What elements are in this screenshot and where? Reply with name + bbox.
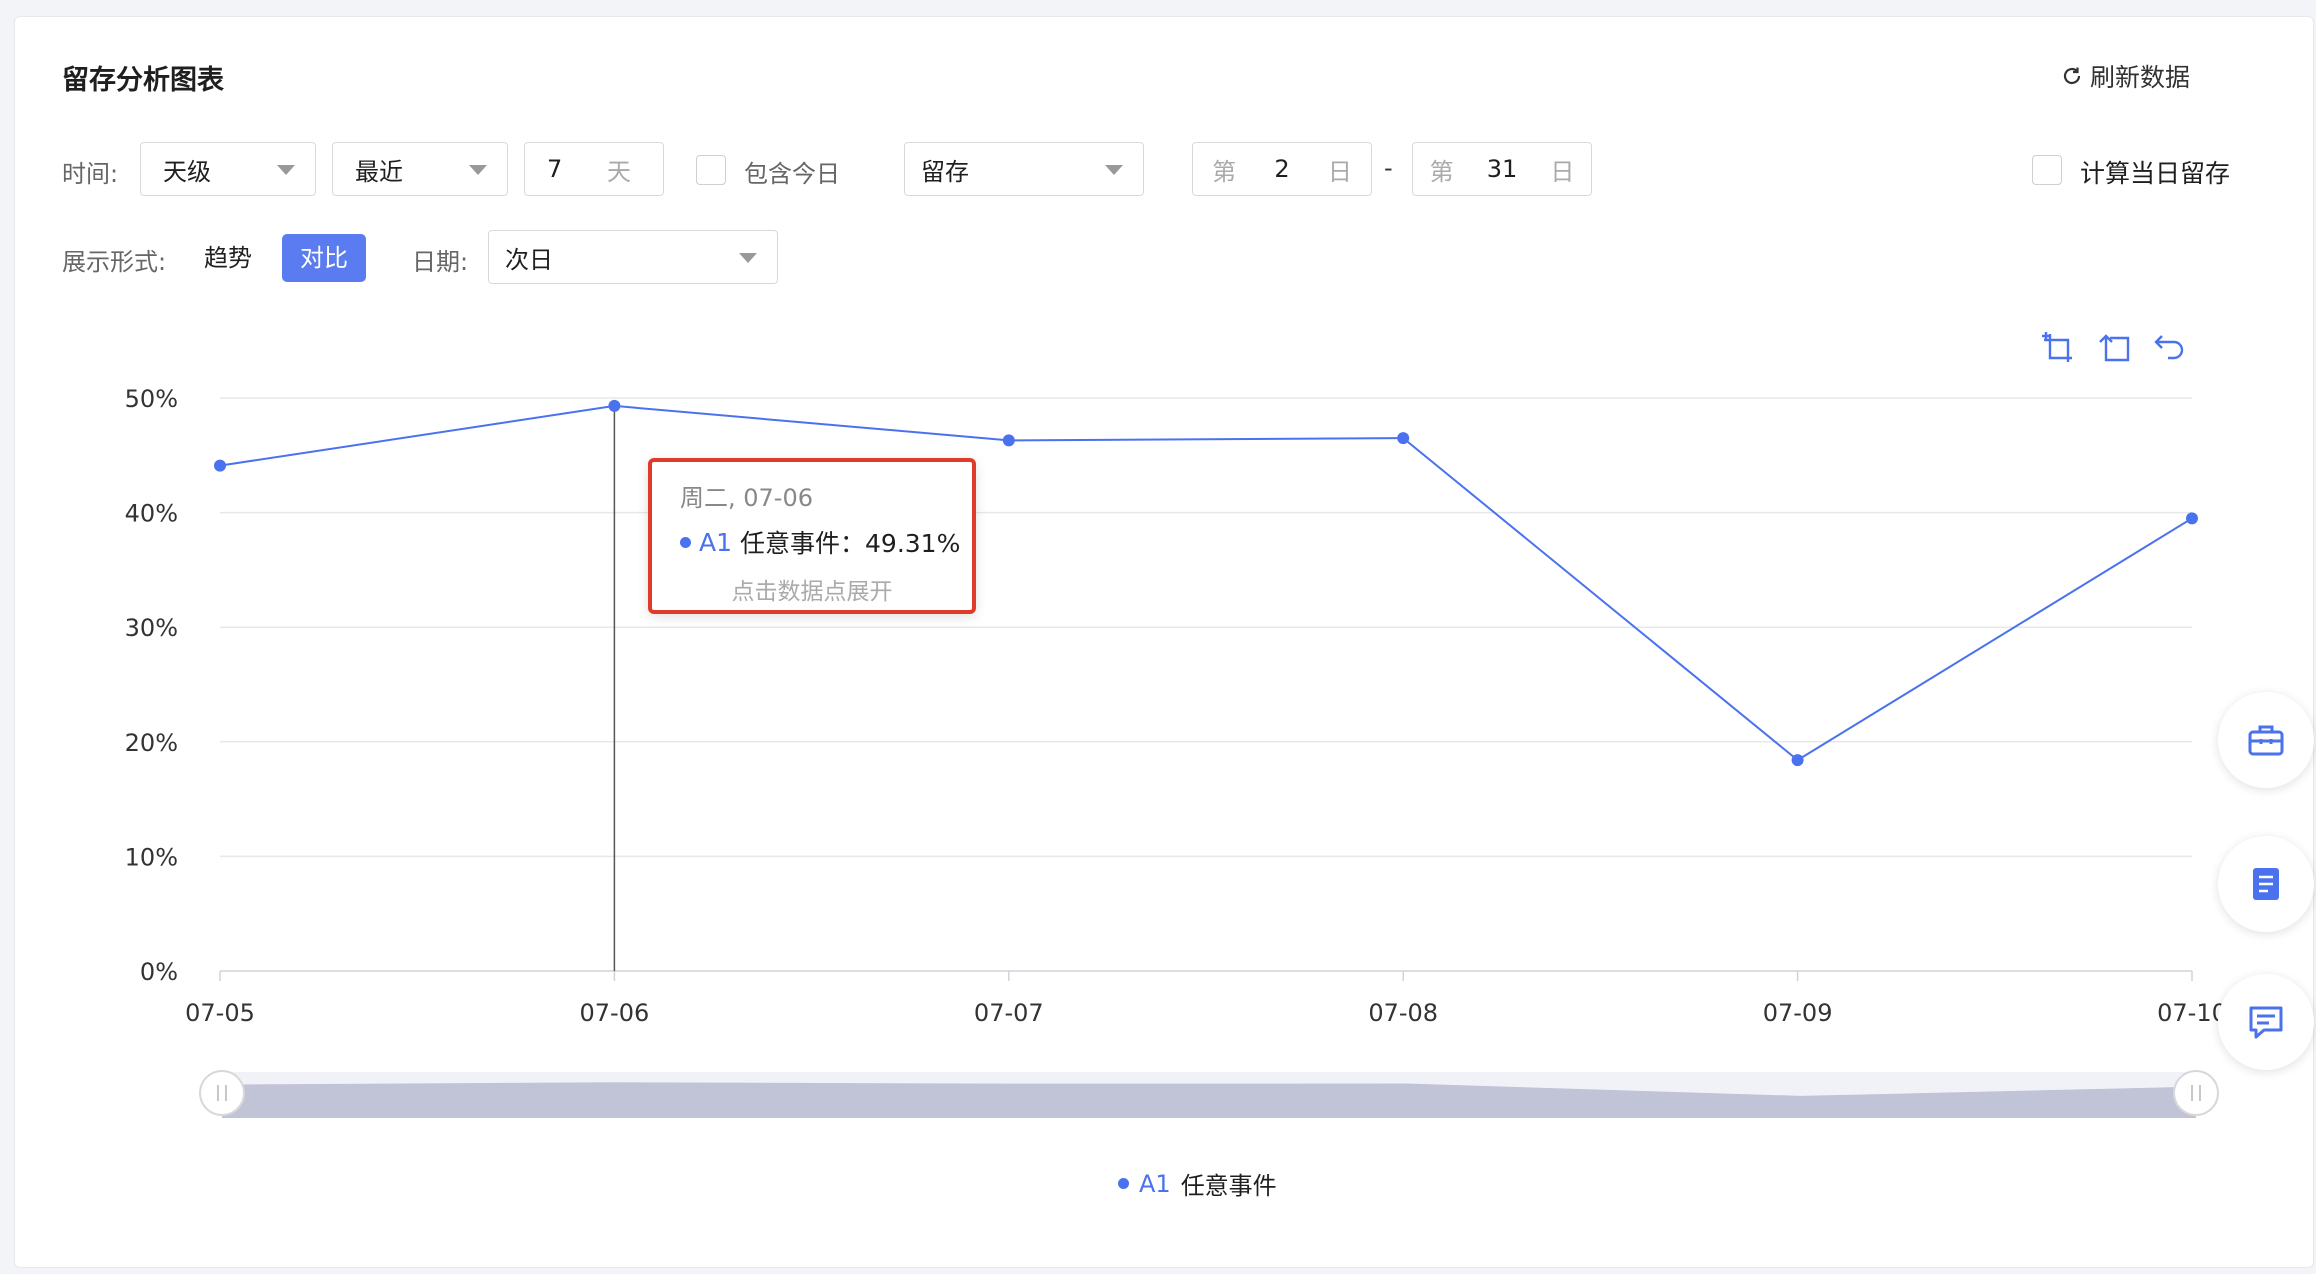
chart-tooltip: 周二, 07-06 A1 任意事件：49.31% 点击数据点展开 (648, 458, 976, 614)
x-tick-label: 07-10 (2157, 999, 2227, 1027)
document-icon (2253, 868, 2279, 900)
x-tick-label: 07-07 (974, 999, 1044, 1027)
zoom-handle-left[interactable] (199, 1070, 245, 1116)
toolbox-button[interactable] (2218, 692, 2314, 788)
y-tick-label: 40% (125, 500, 178, 528)
data-point[interactable] (2186, 512, 2198, 525)
toolbox-icon (2248, 725, 2284, 756)
data-point[interactable] (214, 459, 226, 472)
legend-dot-icon (1118, 1178, 1129, 1189)
series-dot-icon (680, 536, 691, 548)
feedback-icon (2249, 1006, 2283, 1039)
series-line (219, 404, 2193, 762)
y-tick-label: 20% (125, 729, 178, 757)
tooltip-series-tag: A1 (699, 527, 733, 557)
document-button[interactable] (2218, 836, 2314, 932)
data-point[interactable] (1791, 754, 1804, 767)
tooltip-series-text: 任意事件：49.31% (740, 529, 961, 558)
feedback-button[interactable] (2218, 974, 2314, 1070)
zoom-handle-right[interactable] (2173, 1070, 2219, 1116)
x-tick-label: 07-06 (580, 999, 650, 1027)
y-tick-label: 10% (125, 843, 178, 871)
chart-legend[interactable]: A1 任意事件 (1118, 1166, 1277, 1201)
y-tick-label: 30% (125, 614, 178, 642)
retention-line-chart: 0% 10% 20% 30% 40% 50% 07-05 07-06 07-07 07-08 07-… (125, 385, 2227, 1118)
legend-tag: A1 (1139, 1169, 1171, 1198)
data-point[interactable] (608, 399, 621, 412)
tooltip-series-row: A1 任意事件：49.31% (680, 524, 960, 560)
legend-text: 任意事件 (1180, 1172, 1277, 1200)
y-tick-label: 50% (125, 385, 178, 413)
y-tick-label: 0% (140, 958, 178, 986)
x-tick-label: 07-05 (185, 999, 255, 1027)
tooltip-hint: 点击数据点展开 (731, 579, 893, 605)
data-point[interactable] (1002, 434, 1015, 447)
x-tick-label: 07-09 (1763, 999, 1833, 1027)
tooltip-date: 周二, 07-06 (680, 484, 813, 512)
x-tick-label: 07-08 (1368, 999, 1438, 1027)
data-point[interactable] (1397, 432, 1410, 445)
